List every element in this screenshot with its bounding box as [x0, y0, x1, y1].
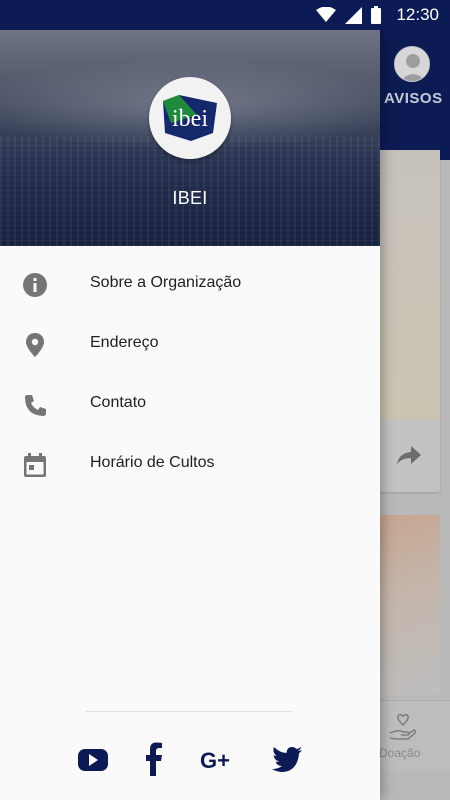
social-links: G+ — [0, 740, 380, 780]
menu-item-sobre[interactable]: Sobre a Organização — [0, 254, 380, 314]
navigation-drawer: ibei IBEI Sobre a Organização Endereço C… — [0, 30, 380, 800]
status-bar: 12:30 — [0, 0, 450, 30]
menu-item-horario[interactable]: Horário de Cultos — [0, 434, 380, 494]
location-pin-icon — [22, 332, 48, 358]
avatar-icon[interactable] — [394, 46, 430, 82]
info-icon — [22, 272, 48, 298]
calendar-icon — [22, 452, 48, 478]
organization-name: IBEI — [172, 188, 208, 208]
menu-item-endereco[interactable]: Endereço — [0, 314, 380, 374]
menu-item-label: Endereço — [90, 334, 159, 351]
svg-text:G+: G+ — [200, 748, 230, 773]
organization-logo: ibei — [149, 77, 231, 159]
facebook-icon[interactable] — [143, 740, 165, 780]
donation-icon[interactable] — [388, 712, 418, 747]
divider — [86, 711, 292, 712]
twitter-icon[interactable] — [271, 740, 303, 780]
svg-text:ibei: ibei — [172, 106, 208, 132]
drawer-header: ibei IBEI — [0, 30, 380, 246]
signal-icon — [345, 6, 363, 24]
menu-item-label: Contato — [90, 394, 147, 411]
google-plus-icon[interactable]: G+ — [200, 740, 236, 780]
nav-doacao-label[interactable]: Doação — [379, 746, 420, 760]
menu-item-label: Sobre a Organização — [90, 274, 242, 291]
youtube-icon[interactable] — [77, 740, 109, 780]
status-time: 12:30 — [396, 5, 439, 24]
menu-item-contato[interactable]: Contato — [0, 374, 380, 434]
battery-icon — [371, 6, 382, 24]
phone-icon — [22, 392, 48, 418]
menu-item-label: Horário de Cultos — [90, 454, 215, 471]
drawer-menu: Sobre a Organização Endereço Contato Hor… — [0, 254, 380, 494]
tab-avisos[interactable]: AVISOS — [384, 90, 443, 107]
share-icon[interactable] — [396, 444, 422, 471]
wifi-icon — [316, 7, 337, 23]
